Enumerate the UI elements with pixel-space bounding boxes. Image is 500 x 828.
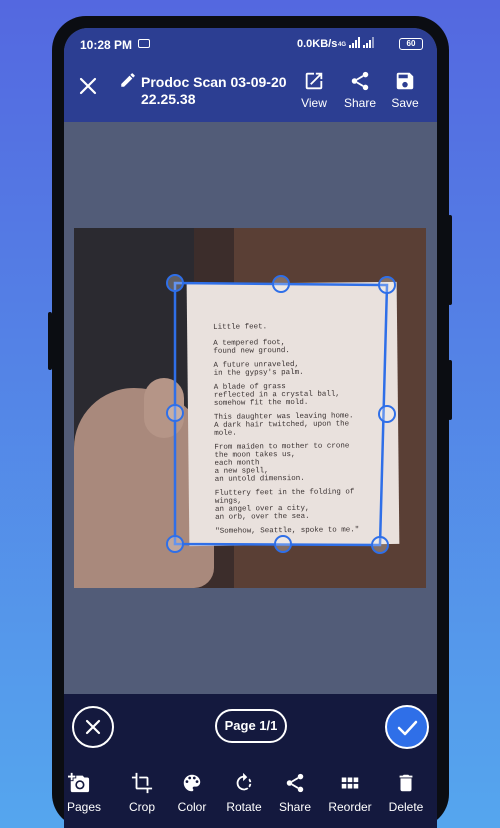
poem-line: an untold dimension.: [214, 474, 305, 484]
share-icon: [351, 71, 369, 91]
signal-strength-2-icon: [363, 37, 375, 48]
document-title[interactable]: Prodoc Scan 03-09-20 22.25.38: [141, 74, 291, 108]
crop-handle-top[interactable]: [272, 275, 290, 293]
trash-icon: [399, 774, 413, 792]
edit-title-icon[interactable]: [119, 71, 137, 89]
close-icon[interactable]: [78, 76, 98, 96]
poem-stanza: Fluttery feet in the folding of wings, an …: [214, 488, 377, 522]
poem-line: in the gypsy's palm.: [213, 368, 304, 378]
network-type: 4G: [338, 42, 347, 48]
document-page: Little feet. A tempered foot, found new g…: [186, 281, 400, 547]
open-in-new-icon: [305, 72, 323, 90]
view-button[interactable]: View: [292, 70, 336, 110]
share-header-button[interactable]: Share: [338, 70, 382, 110]
rotate-label: Rotate: [226, 800, 262, 814]
add-pages-tool[interactable]: d Pages: [64, 772, 109, 814]
battery-icon: 60: [399, 38, 423, 50]
signal-icons: 4G: [338, 37, 375, 48]
status-time: 10:28 PM: [80, 38, 133, 52]
grid-icon: [341, 777, 359, 789]
app-bar: Prodoc Scan 03-09-20 22.25.38 View Share…: [64, 60, 437, 122]
save-label: Save: [391, 96, 419, 110]
crop-handle-right[interactable]: [378, 405, 396, 423]
bottom-panel: Page 1/1 d Pages Crop Color: [64, 694, 437, 828]
scanned-photo: Little feet. A tempered foot, found new g…: [74, 228, 426, 588]
reorder-label: Reorder: [328, 800, 372, 814]
poem-stanza: A tempered foot, found new ground.: [213, 338, 375, 356]
signal-strength-icon: [349, 37, 361, 48]
cancel-crop-button[interactable]: [72, 706, 114, 748]
sim-notification-icon: [138, 39, 150, 48]
check-icon: [397, 720, 418, 736]
poem-stanza: From maiden to mother to crone the moon t…: [214, 442, 376, 484]
poem-line: Fluttery feet in the folding of: [214, 488, 355, 498]
poem-stanza: This daughter was leaving home. A dark ha…: [214, 412, 376, 438]
share-icon: [286, 773, 304, 793]
poem-stanza: "Somehow, Seattle, spoke to me.": [215, 526, 377, 536]
crop-icon: [131, 772, 153, 794]
save-button[interactable]: Save: [383, 70, 427, 110]
poem-stanza: A future unraveled, in the gypsy's palm.: [213, 360, 375, 378]
crop-label: Crop: [128, 800, 155, 814]
poem-body: A tempered foot, found new ground. A futur…: [213, 338, 377, 536]
poem-line: an orb, over the sea.: [215, 512, 310, 522]
crop-handle-top-right[interactable]: [378, 276, 396, 294]
close-icon: [85, 719, 101, 735]
poem-line: A dark hair twitched, upon the mole.: [214, 420, 350, 438]
screen: 10:28 PM 0.0KB/s 4G 60 Prodoc Scan 03-09…: [64, 28, 437, 828]
save-icon: [396, 72, 414, 90]
add-photo-icon: [68, 772, 90, 793]
poem-line: found new ground.: [213, 347, 290, 356]
crop-handle-bottom-right[interactable]: [371, 536, 389, 554]
crop-handle-left[interactable]: [166, 404, 184, 422]
poem-line: "Somehow, Seattle, spoke to me.": [215, 526, 360, 536]
crop-handle-top-left[interactable]: [166, 274, 184, 292]
crop-workspace: Little feet. A tempered foot, found new g…: [64, 122, 437, 694]
poem-stanza: A blade of grass reflected in a crystal b…: [214, 382, 376, 408]
poem-title: Little feet.: [213, 323, 268, 332]
delete-label: Delete: [388, 800, 424, 814]
share-tool-label: Share: [278, 800, 312, 814]
rotate-icon: [236, 772, 252, 791]
add-pages-label: d Pages: [64, 800, 102, 814]
color-label: Color: [177, 800, 207, 814]
crop-handle-bottom-left[interactable]: [166, 535, 184, 553]
page-indicator[interactable]: Page 1/1: [215, 709, 287, 743]
status-network-speed: 0.0KB/s: [297, 38, 338, 50]
view-label: View: [301, 96, 327, 110]
delete-tool[interactable]: Delete: [376, 772, 436, 814]
confirm-crop-button[interactable]: [385, 705, 429, 749]
share-tool[interactable]: Share: [265, 772, 325, 814]
reorder-tool[interactable]: Reorder: [320, 772, 380, 814]
color-tool[interactable]: Color: [162, 772, 222, 814]
status-bar: 10:28 PM 0.0KB/s 4G 60: [64, 28, 437, 60]
crop-handle-bottom[interactable]: [274, 535, 292, 553]
palette-icon: [183, 774, 201, 792]
poem-line: somehow fit the mold.: [213, 398, 309, 408]
share-label: Share: [343, 96, 377, 110]
